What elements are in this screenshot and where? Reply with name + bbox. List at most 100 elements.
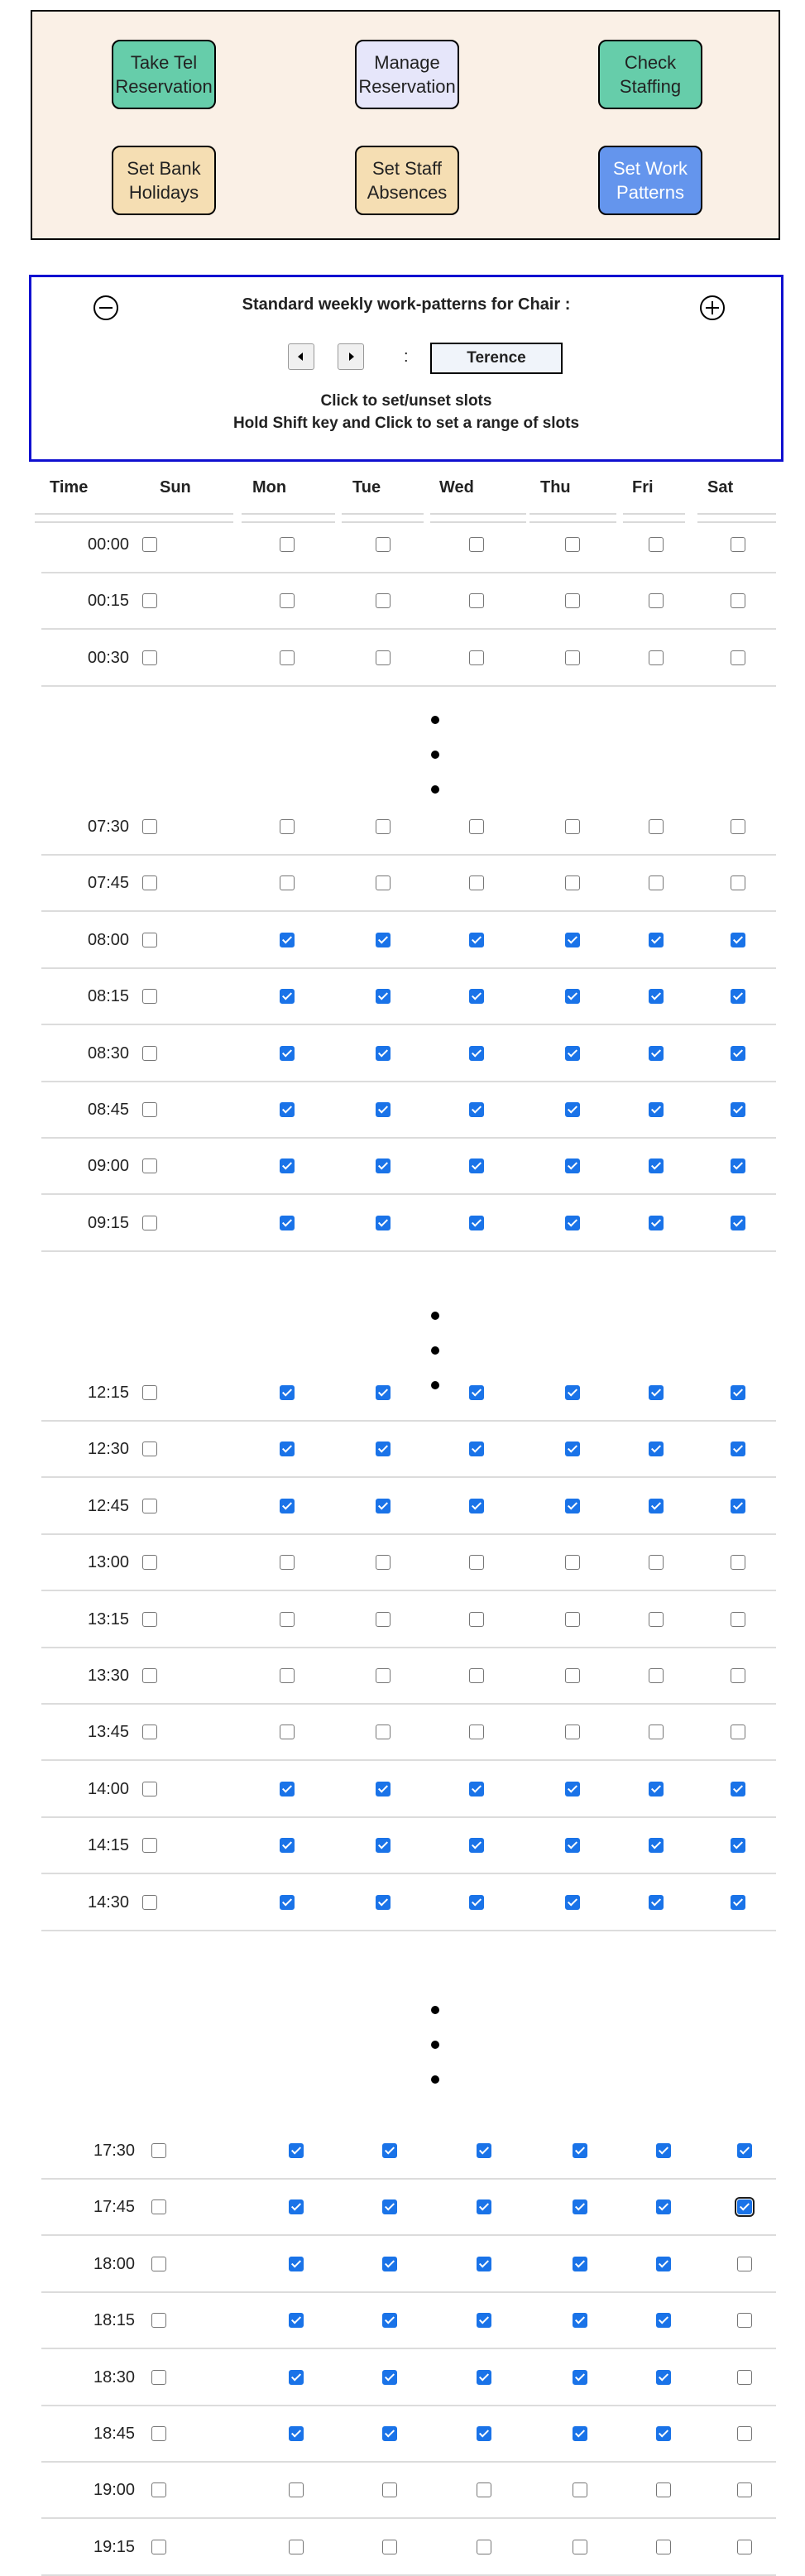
slot-checkbox-thu[interactable] — [573, 2199, 587, 2214]
slot-checkbox-fri[interactable] — [656, 2426, 671, 2441]
slot-checkbox-fri[interactable] — [656, 2199, 671, 2214]
slot-checkbox-mon[interactable] — [280, 1442, 295, 1456]
slot-checkbox-fri[interactable] — [649, 1046, 664, 1061]
slot-checkbox-mon[interactable] — [289, 2257, 304, 2271]
slot-checkbox-sat[interactable] — [731, 650, 745, 665]
slot-checkbox-sun[interactable] — [142, 1895, 157, 1910]
slot-checkbox-mon[interactable] — [289, 2199, 304, 2214]
slot-checkbox-thu[interactable] — [565, 1216, 580, 1230]
slot-checkbox-tue[interactable] — [382, 2199, 397, 2214]
slot-checkbox-fri[interactable] — [656, 2143, 671, 2158]
slot-checkbox-sun[interactable] — [142, 593, 157, 608]
slot-checkbox-sun[interactable] — [142, 875, 157, 890]
slot-checkbox-mon[interactable] — [289, 2370, 304, 2385]
slot-checkbox-fri[interactable] — [649, 819, 664, 834]
slot-checkbox-mon[interactable] — [280, 1158, 295, 1173]
slot-checkbox-thu[interactable] — [565, 1895, 580, 1910]
slot-checkbox-thu[interactable] — [573, 2482, 587, 2497]
slot-checkbox-wed[interactable] — [469, 1555, 484, 1570]
slot-checkbox-thu[interactable] — [565, 537, 580, 552]
slot-checkbox-sun[interactable] — [142, 1612, 157, 1627]
check-staffing-button[interactable]: Check Staffing — [598, 40, 702, 109]
slot-checkbox-thu[interactable] — [565, 650, 580, 665]
slot-checkbox-thu[interactable] — [565, 1385, 580, 1400]
slot-checkbox-sat[interactable] — [731, 989, 745, 1004]
slot-checkbox-thu[interactable] — [573, 2540, 587, 2554]
slot-checkbox-sat[interactable] — [731, 1838, 745, 1853]
slot-checkbox-tue[interactable] — [376, 593, 391, 608]
slot-checkbox-fri[interactable] — [649, 1499, 664, 1513]
slot-checkbox-fri[interactable] — [649, 1442, 664, 1456]
slot-checkbox-tue[interactable] — [376, 1668, 391, 1683]
slot-checkbox-mon[interactable] — [280, 1046, 295, 1061]
slot-checkbox-mon[interactable] — [280, 1838, 295, 1853]
slot-checkbox-wed[interactable] — [477, 2482, 491, 2497]
slot-checkbox-mon[interactable] — [289, 2143, 304, 2158]
slot-checkbox-thu[interactable] — [565, 989, 580, 1004]
slot-checkbox-fri[interactable] — [649, 1782, 664, 1796]
slot-checkbox-wed[interactable] — [469, 1216, 484, 1230]
slot-checkbox-sun[interactable] — [142, 1216, 157, 1230]
slot-checkbox-thu[interactable] — [573, 2257, 587, 2271]
slot-checkbox-sun[interactable] — [142, 1102, 157, 1117]
slot-checkbox-mon[interactable] — [280, 1612, 295, 1627]
slot-checkbox-thu[interactable] — [565, 1102, 580, 1117]
slot-checkbox-wed[interactable] — [469, 1668, 484, 1683]
slot-checkbox-sun[interactable] — [142, 1668, 157, 1683]
slot-checkbox-wed[interactable] — [477, 2257, 491, 2271]
slot-checkbox-sat[interactable] — [731, 1555, 745, 1570]
chair-next-button[interactable] — [338, 343, 364, 370]
slot-checkbox-wed[interactable] — [477, 2426, 491, 2441]
slot-checkbox-sun[interactable] — [151, 2540, 166, 2554]
slot-checkbox-fri[interactable] — [649, 1216, 664, 1230]
slot-checkbox-wed[interactable] — [469, 650, 484, 665]
slot-checkbox-thu[interactable] — [565, 1668, 580, 1683]
slot-checkbox-sun[interactable] — [142, 1782, 157, 1796]
slot-checkbox-mon[interactable] — [289, 2313, 304, 2328]
slot-checkbox-mon[interactable] — [280, 1102, 295, 1117]
slot-checkbox-fri[interactable] — [649, 989, 664, 1004]
slot-checkbox-mon[interactable] — [280, 989, 295, 1004]
slot-checkbox-sat[interactable] — [731, 1216, 745, 1230]
slot-checkbox-sun[interactable] — [142, 1442, 157, 1456]
slot-checkbox-wed[interactable] — [469, 1385, 484, 1400]
slot-checkbox-mon[interactable] — [280, 1499, 295, 1513]
slot-checkbox-mon[interactable] — [280, 875, 295, 890]
slot-checkbox-wed[interactable] — [469, 1499, 484, 1513]
slot-checkbox-thu[interactable] — [565, 1838, 580, 1853]
slot-checkbox-mon[interactable] — [280, 819, 295, 834]
slot-checkbox-sun[interactable] — [142, 537, 157, 552]
slot-checkbox-thu[interactable] — [565, 1612, 580, 1627]
slot-checkbox-mon[interactable] — [280, 933, 295, 947]
slot-checkbox-mon[interactable] — [280, 1782, 295, 1796]
slot-checkbox-wed[interactable] — [469, 1838, 484, 1853]
set-bank-holidays-button[interactable]: Set Bank Holidays — [112, 146, 216, 215]
slot-checkbox-fri[interactable] — [649, 1158, 664, 1173]
slot-checkbox-tue[interactable] — [376, 1895, 391, 1910]
slot-checkbox-fri[interactable] — [649, 1838, 664, 1853]
slot-checkbox-wed[interactable] — [469, 1442, 484, 1456]
slot-checkbox-tue[interactable] — [376, 989, 391, 1004]
set-staff-absences-button[interactable]: Set Staff Absences — [355, 146, 459, 215]
slot-checkbox-tue[interactable] — [382, 2426, 397, 2441]
slot-checkbox-tue[interactable] — [376, 1782, 391, 1796]
slot-checkbox-sat[interactable] — [737, 2257, 752, 2271]
slot-checkbox-sun[interactable] — [142, 1046, 157, 1061]
slot-checkbox-wed[interactable] — [469, 1725, 484, 1739]
slot-checkbox-mon[interactable] — [289, 2426, 304, 2441]
slot-checkbox-thu[interactable] — [573, 2426, 587, 2441]
slot-checkbox-tue[interactable] — [376, 1385, 391, 1400]
chair-prev-button[interactable] — [288, 343, 314, 370]
slot-checkbox-thu[interactable] — [565, 819, 580, 834]
slot-checkbox-sat[interactable] — [731, 1385, 745, 1400]
slot-checkbox-tue[interactable] — [382, 2257, 397, 2271]
slot-checkbox-fri[interactable] — [649, 650, 664, 665]
slot-checkbox-sat[interactable] — [731, 933, 745, 947]
slot-checkbox-sat[interactable] — [731, 1158, 745, 1173]
slot-checkbox-fri[interactable] — [649, 933, 664, 947]
slot-checkbox-sun[interactable] — [142, 1499, 157, 1513]
slot-checkbox-fri[interactable] — [649, 1668, 664, 1683]
slot-checkbox-mon[interactable] — [289, 2540, 304, 2554]
slot-checkbox-wed[interactable] — [469, 1782, 484, 1796]
slot-checkbox-tue[interactable] — [376, 1612, 391, 1627]
